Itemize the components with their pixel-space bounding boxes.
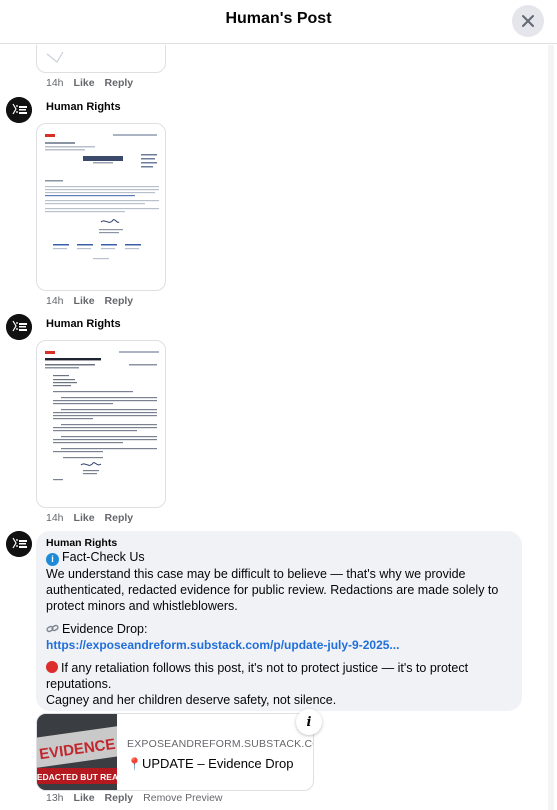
comment-time[interactable]: 14h <box>46 77 64 89</box>
fact-check-text: Fact-Check Us <box>62 550 145 564</box>
comment-bubble: Human Rights i Fact-Check Us We understan… <box>36 531 522 711</box>
document-lines <box>45 134 159 260</box>
warning-text: If any retaliation follows this post, it… <box>46 661 469 691</box>
reply-button[interactable]: Reply <box>105 77 134 89</box>
link-icon <box>46 624 59 633</box>
warning-line: If any retaliation follows this post, it… <box>46 660 512 692</box>
avatar-icon[interactable] <box>6 97 32 123</box>
comment-author[interactable]: Human Rights <box>46 537 512 549</box>
comment-author[interactable]: Human Rights <box>46 318 121 330</box>
comment-actions: 14h Like Reply <box>46 77 133 89</box>
close-icon <box>522 15 534 27</box>
comment-image[interactable] <box>36 45 166 73</box>
fact-check-line: i Fact-Check Us <box>46 549 512 566</box>
preview-info-button[interactable]: i <box>296 709 322 735</box>
comment-paragraph: We understand this case may be difficult… <box>46 567 499 613</box>
comment-time[interactable]: 13h <box>46 792 64 804</box>
pin-icon: 📍 <box>127 757 142 771</box>
dialog-header: Human's Post <box>0 0 557 44</box>
document-thumbnail <box>43 130 159 284</box>
preview-title-row: 📍UPDATE – Evidence Drop <box>127 756 293 771</box>
comment-actions: 13h Like Reply Remove Preview <box>46 792 223 804</box>
close-button[interactable] <box>512 5 544 37</box>
preview-image: EVIDENCE REDACTED BUT REAL <box>37 714 117 790</box>
closing-line: Cagney and her children deserve safety, … <box>46 693 337 707</box>
comment-image[interactable] <box>36 340 166 508</box>
document-lines <box>45 351 159 481</box>
avatar-icon[interactable] <box>6 314 32 340</box>
dialog-title: Human's Post <box>225 10 332 27</box>
comment-actions: 14h Like Reply <box>46 512 133 524</box>
like-button[interactable]: Like <box>74 512 95 524</box>
evidence-link[interactable]: https://exposeandreform.substack.com/p/u… <box>46 638 399 652</box>
info-icon: i <box>46 553 59 566</box>
like-button[interactable]: Like <box>74 295 95 307</box>
comment-author[interactable]: Human Rights <box>46 101 121 113</box>
document-lines <box>46 51 64 63</box>
preview-image-caption: REDACTED BUT REAL <box>37 772 117 782</box>
evidence-label: Evidence Drop: <box>62 622 148 636</box>
reply-button[interactable]: Reply <box>105 295 134 307</box>
reply-button[interactable]: Reply <box>105 512 134 524</box>
comment-actions: 14h Like Reply <box>46 295 133 307</box>
link-preview-card[interactable]: EVIDENCE REDACTED BUT REAL EXPOSEANDREFO… <box>36 713 314 791</box>
preview-domain: EXPOSEANDREFORM.SUBSTACK.COM <box>127 738 314 750</box>
avatar-icon[interactable] <box>6 531 32 557</box>
scrollbar[interactable] <box>548 45 554 810</box>
red-circle-icon <box>46 661 58 673</box>
evidence-line: Evidence Drop: <box>46 621 512 637</box>
comment-time[interactable]: 14h <box>46 295 64 307</box>
comment-image[interactable] <box>36 123 166 291</box>
like-button[interactable]: Like <box>74 792 95 804</box>
preview-title: UPDATE – Evidence Drop <box>141 756 294 771</box>
remove-preview-button[interactable]: Remove Preview <box>143 792 222 804</box>
document-thumbnail <box>43 347 159 501</box>
like-button[interactable]: Like <box>74 77 95 89</box>
reply-button[interactable]: Reply <box>105 792 134 804</box>
comment-time[interactable]: 14h <box>46 512 64 524</box>
document-thumbnail <box>43 45 159 66</box>
comments-scroll-area[interactable]: 14h Like Reply Human Rights 14h Like Rep… <box>0 45 557 810</box>
